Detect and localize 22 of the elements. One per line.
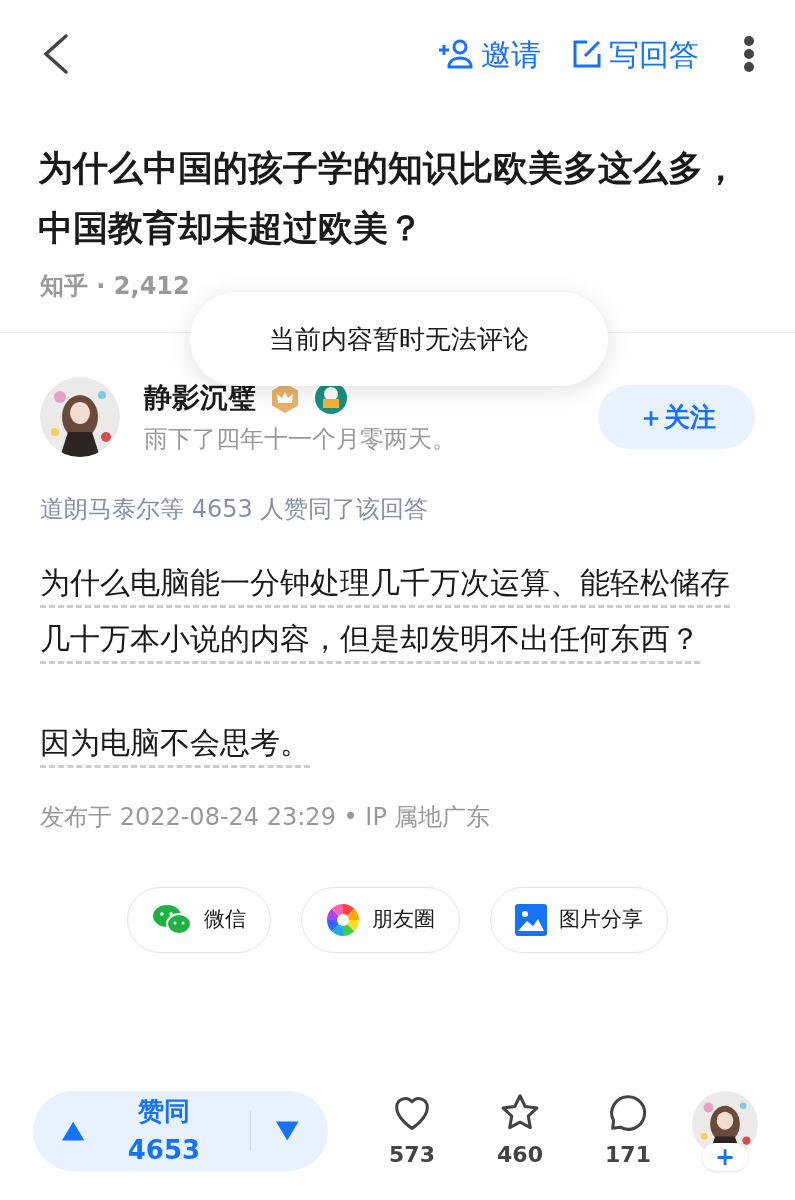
- invite-button[interactable]: 邀请: [437, 31, 541, 77]
- image-icon: [515, 904, 547, 936]
- question-meta: 知乎 · 2,412: [39, 271, 191, 302]
- upvote-button[interactable]: 赞同 4653: [61, 1091, 227, 1170]
- add-user-icon: [437, 38, 475, 70]
- stat-count: 573: [389, 1141, 435, 1169]
- edit-icon: [571, 38, 603, 70]
- follow-plus-button[interactable]: +: [702, 1142, 748, 1171]
- author-bio: 雨下了四年十一个月零两天。: [144, 424, 457, 455]
- write-answer-button[interactable]: 写回答: [571, 31, 699, 77]
- stat-count: 171: [605, 1141, 651, 1169]
- answer-paragraph: 为什么电脑能一分钟处理几千万次运算、能轻松储存几十万本小说的内容，但是却发明不出任何东西？: [40, 564, 731, 658]
- follow-button[interactable]: ＋关注: [598, 385, 755, 449]
- stat-count: 460: [497, 1141, 543, 1169]
- aperture-icon: [326, 903, 360, 937]
- publish-info: 发布于 2022-08-24 23:29 • IP 属地广东: [39, 802, 492, 833]
- question-title: 为什么中国的孩子学的知识比欧美多这么多，中国教育却未超过欧美？: [37, 147, 739, 250]
- answer-paragraph: 因为电脑不会思考。: [40, 724, 311, 762]
- endorsement-text: 道朗马泰尔等 4653 人赞同了该回答: [39, 494, 430, 525]
- downvote-icon[interactable]: [275, 1119, 300, 1142]
- triangle-up-icon: [61, 1119, 86, 1142]
- more-icon[interactable]: [743, 36, 755, 72]
